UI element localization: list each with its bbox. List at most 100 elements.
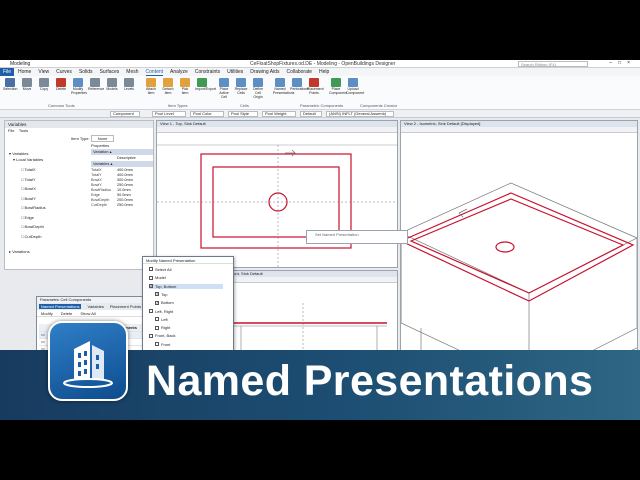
variables-panel: Variables File Tools Item Type: None ▾ V… [4,120,154,270]
menu-tab-mesh[interactable]: Mesh [126,69,138,75]
view-top[interactable]: View 1 - Top, Sink Default [156,120,398,268]
ribbon-button-label: Reference [88,87,105,91]
window-controls[interactable]: –□× [609,60,636,66]
attribute-field[interactable]: Pool Style [228,111,258,117]
property-section-header[interactable]: Variables ▴ [91,161,153,167]
variables-menu-tools[interactable]: Tools [19,128,28,133]
app-name: Modeling [10,61,31,67]
dialog-tab-variables[interactable]: Variables [87,304,103,309]
presentation-checkbox-item[interactable]: Left [155,317,168,322]
tree-variable-item[interactable]: □ BowlRadius [21,205,46,210]
attribute-field[interactable]: Pool Color [190,111,224,117]
ribbon-button-delete[interactable]: Delete [54,78,68,98]
ribbon-button-replace-cells[interactable]: Replace Cells [234,78,248,98]
menu-tab-help[interactable]: Help [319,69,329,75]
attribute-field[interactable]: Pool Weight [262,111,296,117]
variables-menu-file[interactable]: File [8,128,14,133]
menu-tab-analyze[interactable]: Analyze [170,69,188,75]
presentation-checkbox-item[interactable]: Model [149,275,166,280]
set-named-presentation-popup[interactable]: Set Named Presentation [306,230,408,244]
ribbon-icon [107,78,117,87]
ribbon-button-upload-component[interactable]: Upload Component [346,78,364,98]
checkbox[interactable] [149,333,153,338]
ribbon-icon [124,78,134,87]
tree-root-variables[interactable]: ▾ Variables [9,151,29,156]
ribbon-search-input[interactable]: Search Ribbon (F4) [518,61,588,67]
dialog-tab-named-presentations[interactable]: Named Presentations [39,304,82,309]
tree-variable-item[interactable]: □ BowlDepth [21,224,44,229]
property-section-header[interactable]: Variation ▴ [91,149,153,155]
sink-rim-inner [409,198,625,294]
ribbon-button-move[interactable]: Move [20,78,34,98]
file-tab[interactable]: File [0,68,14,76]
row-icon: ▭ [39,331,47,339]
ribbon-button-placement-points[interactable]: Placement Points [307,78,324,98]
presentation-checkbox-item[interactable]: Front [155,342,170,347]
ribbon-button-perforations[interactable]: Perforations [290,78,309,98]
menu-tab-constraints[interactable]: Constraints [195,69,220,75]
checkbox[interactable] [149,267,153,272]
ribbon-button-import-export[interactable]: Import/Export [195,78,216,98]
presentation-checkbox-item[interactable]: Left, Right [149,309,173,314]
ribbon-button-models[interactable]: Models [105,78,119,98]
ribbon-button-levels[interactable]: Levels [122,78,136,98]
ribbon-button-selection[interactable]: Selection [3,78,17,98]
tree-variations[interactable]: ▸ Variations [9,249,30,254]
attribute-field[interactable]: Default [300,111,322,117]
checkbox[interactable] [155,317,159,322]
tree-variable-item[interactable]: □ BowlX [21,186,36,191]
presentation-checkbox-item[interactable]: Right [155,325,170,330]
presentation-checkbox-item[interactable]: ✓ Top, Bottom [149,283,223,289]
presentation-checkbox-item[interactable]: ✓ Bottom [155,300,174,305]
tree-variable-item[interactable]: □ CutDepth [21,234,41,239]
ribbon-button-pick-item[interactable]: Pick Item [178,78,192,98]
checkbox[interactable]: ✓ [149,284,153,289]
checkbox-label: Top, Bottom [155,283,177,289]
component-toggle[interactable]: Component [110,111,140,117]
presentation-checkbox-item[interactable]: Front, Back [149,333,175,338]
dialog-toolbar-delete-button[interactable]: Delete [61,311,73,316]
ribbon-button-detach-item[interactable]: Detach Item [161,78,175,98]
tree-local-variables[interactable]: ▾ Local Variables [13,157,43,162]
menu-tab-content[interactable]: Content [145,69,164,76]
checkbox[interactable] [155,342,159,347]
item-type-select[interactable]: None [90,135,115,142]
menu-tab-surfaces[interactable]: Surfaces [100,69,120,75]
menu-tab-curves[interactable]: Curves [56,69,72,75]
ribbon-button-place-active-cell[interactable]: Place Active Cell [217,78,231,99]
property-value[interactable]: 250.0mm [117,203,133,208]
presentation-checkbox-item[interactable]: ✓ Top [155,292,167,297]
attribute-toolbar: Component Pool Level Pool Color Pool Style P… [0,110,640,118]
ribbon-button-copy[interactable]: Copy [37,78,51,98]
ribbon-button-place-component[interactable]: Place Component [329,78,347,98]
property-value[interactable]: Descriptive [117,156,136,161]
checkbox[interactable] [149,275,153,280]
presentation-checkbox-item[interactable]: Select All [149,267,171,272]
attribute-field[interactable]: Pool Level [152,111,186,117]
ribbon-icon [275,78,285,87]
tree-variable-item[interactable]: □ Edge [21,215,34,220]
tree-variable-item[interactable]: □ BowlY [21,196,36,201]
checkbox[interactable] [149,308,153,313]
dialog-toolbar-show-all-button[interactable]: Show All [80,311,95,316]
checkbox[interactable]: ✓ [155,292,159,297]
dialog-tab-placement-points[interactable]: Placement Points [110,304,141,309]
tree-variable-item[interactable]: □ TotalX [21,167,36,172]
checkbox[interactable] [155,325,159,330]
checkbox-label: Top [161,291,168,297]
menu-tab-solids[interactable]: Solids [79,69,93,75]
attribute-field[interactable]: (ANSI) INFLT (General Assemb) [326,111,394,117]
ribbon-button-attach-item[interactable]: Attach Item [144,78,158,98]
menu-tab-home[interactable]: Home [18,69,31,75]
ribbon-button-reference[interactable]: Reference [88,78,105,98]
menu-tab-collaborate[interactable]: Collaborate [286,69,312,75]
dialog-toolbar-modify-button[interactable]: Modify [41,311,53,316]
ribbon-button-define-cell-origin[interactable]: Define Cell Origin [251,78,265,99]
ribbon-button-named-presentations[interactable]: Named Presentations [273,78,294,98]
menu-tab-view[interactable]: View [38,69,49,75]
checkbox[interactable]: ✓ [155,300,159,305]
menu-tab-drawing-aids[interactable]: Drawing Aids [250,69,279,75]
tree-variable-item[interactable]: □ TotalY [21,177,36,182]
menu-tab-utilities[interactable]: Utilities [227,69,243,75]
ribbon-button-modify-properties[interactable]: Modify Properties [71,78,87,98]
